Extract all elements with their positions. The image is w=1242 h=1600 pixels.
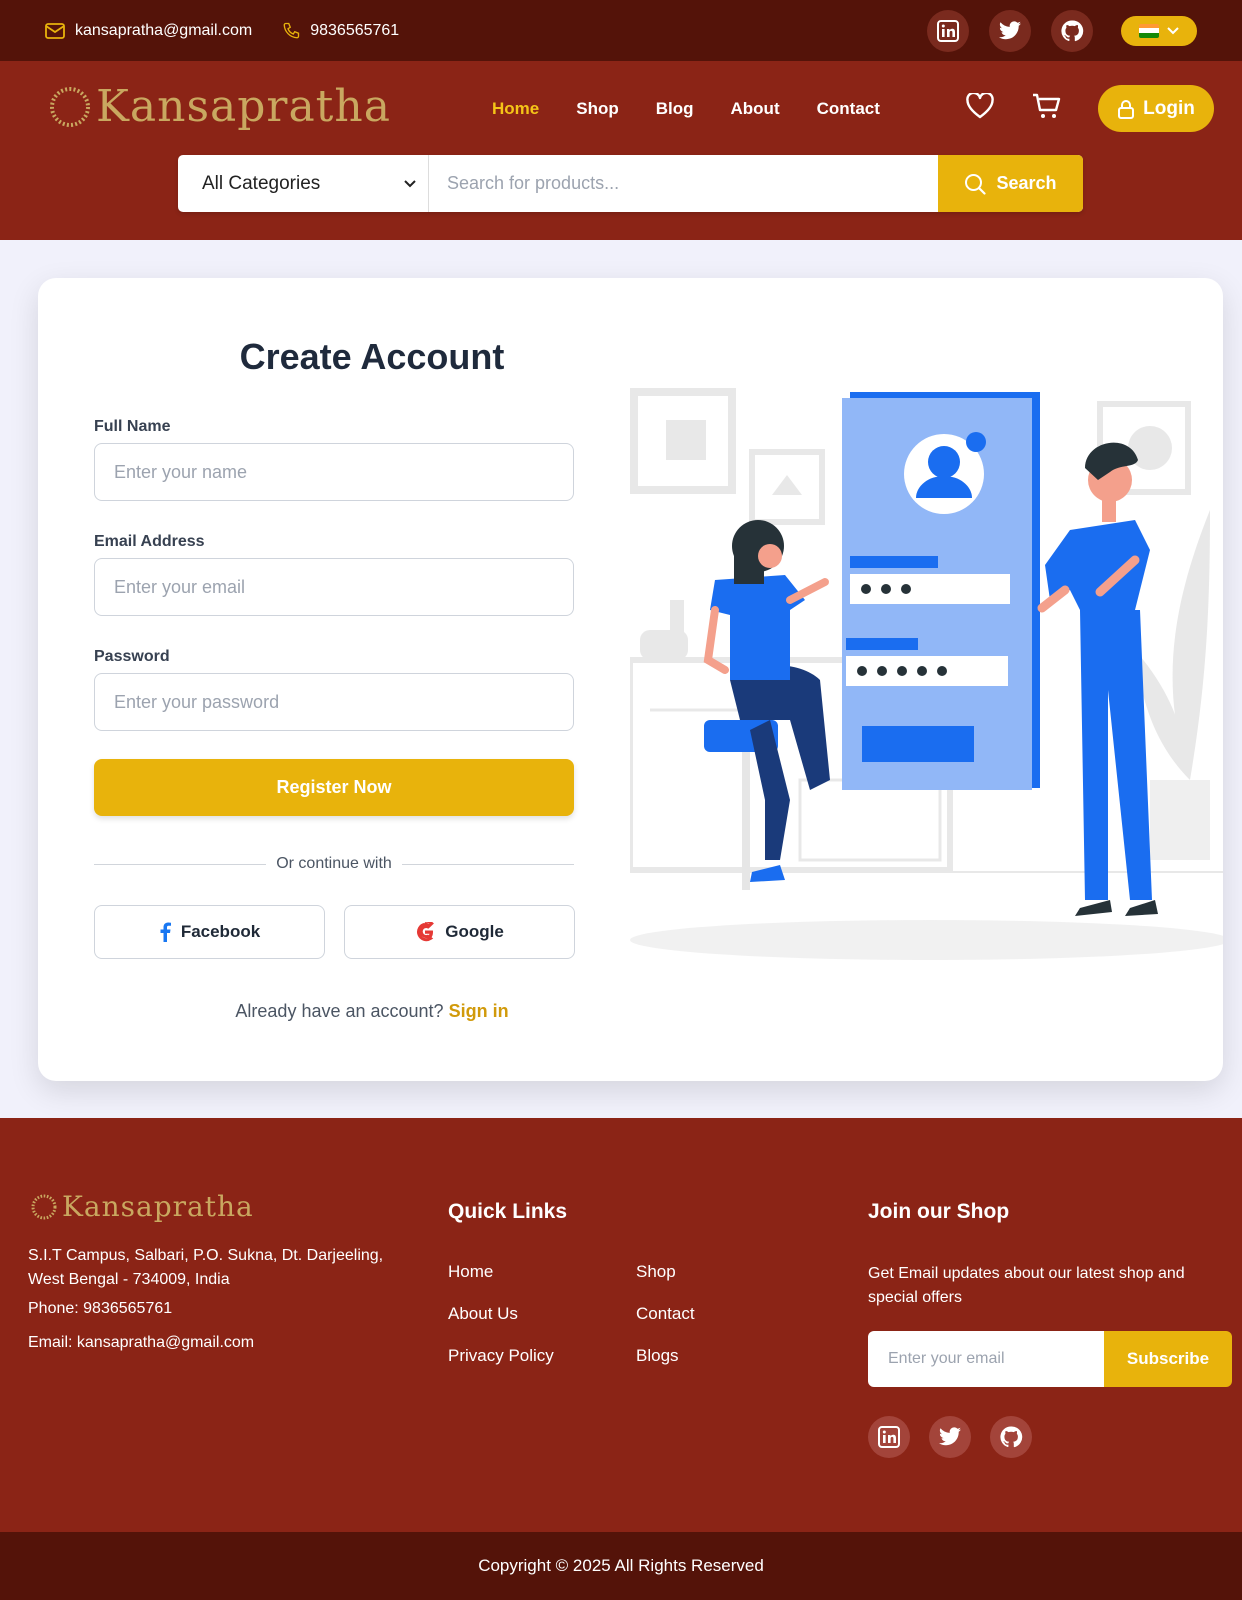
top-github-button[interactable] bbox=[1051, 9, 1093, 52]
category-value: All Categories bbox=[202, 172, 321, 194]
footer-linkedin-button[interactable] bbox=[868, 1416, 910, 1458]
divider-text: Or continue with bbox=[276, 855, 392, 872]
phone-icon bbox=[283, 22, 300, 38]
cart-icon[interactable] bbox=[1032, 93, 1062, 121]
twitter-icon bbox=[999, 20, 1021, 39]
heart-icon[interactable] bbox=[966, 93, 994, 119]
email-input[interactable]: Enter your email bbox=[94, 558, 574, 616]
top-email[interactable]: kansapratha@gmail.com bbox=[45, 22, 252, 40]
email-label: Email Address bbox=[94, 533, 205, 550]
footer-twitter-button[interactable] bbox=[929, 1416, 971, 1458]
full-name-input[interactable]: Enter your name bbox=[94, 443, 574, 501]
copyright-bar: Copyright © 2025 All Rights Reserved bbox=[0, 1532, 1242, 1600]
login-label: Login bbox=[1143, 97, 1195, 119]
login-button[interactable]: Login bbox=[1098, 85, 1214, 132]
join-description: Get Email updates about our latest shop … bbox=[868, 1265, 1185, 1306]
signup-illustration bbox=[630, 388, 1223, 960]
top-linkedin-button[interactable] bbox=[927, 9, 969, 52]
divider-line bbox=[401, 863, 575, 865]
github-icon bbox=[1061, 19, 1084, 41]
mail-icon bbox=[45, 22, 65, 39]
linkedin-icon bbox=[878, 1426, 900, 1448]
nav-home[interactable]: Home bbox=[492, 99, 539, 119]
social-divider: Or continue with bbox=[94, 855, 575, 873]
signin-link[interactable]: Sign in bbox=[449, 1001, 509, 1021]
site-logo[interactable]: Kansapratha bbox=[48, 81, 391, 132]
nav-shop[interactable]: Shop bbox=[576, 99, 619, 119]
subscribe-email-input[interactable]: Enter your email bbox=[868, 1331, 1104, 1387]
top-email-text: kansapratha@gmail.com bbox=[75, 21, 253, 39]
search-icon bbox=[965, 173, 987, 195]
category-select[interactable]: All Categories bbox=[178, 155, 429, 212]
site-footer: Kansapratha S.I.T Campus, Salbari, P.O. … bbox=[0, 1118, 1242, 1532]
main-header: Kansapratha Home Shop Blog About Contact… bbox=[0, 61, 1242, 240]
page-title: Create Account bbox=[239, 336, 505, 377]
github-icon bbox=[1000, 1426, 1023, 1448]
lock-icon bbox=[1118, 99, 1135, 119]
logo-text: Kansapratha bbox=[96, 81, 391, 132]
top-twitter-button[interactable] bbox=[989, 9, 1031, 52]
footer-email: Email: kansapratha@gmail.com bbox=[28, 1334, 255, 1351]
logo-ring-icon bbox=[50, 86, 90, 127]
signin-prompt: Already have an account? Sign in bbox=[38, 1001, 706, 1022]
footer-link-shop[interactable]: Shop bbox=[636, 1262, 676, 1282]
nav-contact[interactable]: Contact bbox=[817, 99, 880, 119]
footer-logo[interactable]: Kansapratha bbox=[30, 1190, 254, 1223]
nav-about[interactable]: About bbox=[731, 99, 780, 119]
footer-socials bbox=[868, 1416, 1032, 1458]
password-input[interactable]: Enter your password bbox=[94, 673, 574, 731]
nav-blog[interactable]: Blog bbox=[656, 99, 694, 119]
linkedin-icon bbox=[937, 19, 959, 42]
google-button[interactable]: Google bbox=[344, 905, 575, 959]
facebook-label: Facebook bbox=[180, 922, 261, 941]
top-bar: kansapratha@gmail.com 9836565761 bbox=[0, 0, 1242, 61]
quick-links-heading: Quick Links bbox=[448, 1200, 568, 1223]
footer-address: S.I.T Campus, Salbari, P.O. Sukna, Dt. D… bbox=[28, 1247, 384, 1288]
subscribe-form: Enter your email Subscribe bbox=[868, 1331, 1232, 1387]
register-card: Create Account Full Name Enter your name… bbox=[38, 278, 1223, 1081]
footer-link-privacy[interactable]: Privacy Policy bbox=[448, 1346, 554, 1366]
logo-ring-icon bbox=[31, 1194, 57, 1219]
google-icon bbox=[417, 922, 435, 942]
search-button[interactable]: Search bbox=[938, 155, 1083, 212]
search-bar: All Categories Search for products... Se… bbox=[178, 155, 1083, 212]
footer-link-home[interactable]: Home bbox=[448, 1262, 493, 1282]
password-label: Password bbox=[94, 648, 170, 665]
chevron-down-icon bbox=[1167, 26, 1179, 34]
full-name-label: Full Name bbox=[94, 418, 171, 435]
search-input[interactable]: Search for products... bbox=[429, 155, 938, 212]
copyright-text: Copyright © 2025 All Rights Reserved bbox=[478, 1556, 764, 1575]
footer-github-button[interactable] bbox=[990, 1416, 1032, 1458]
divider-line bbox=[94, 863, 267, 865]
facebook-icon bbox=[160, 922, 171, 942]
register-button[interactable]: Register Now bbox=[94, 759, 574, 816]
top-phone[interactable]: 9836565761 bbox=[282, 22, 399, 40]
footer-link-about[interactable]: About Us bbox=[448, 1304, 518, 1324]
signin-prompt-text: Already have an account? bbox=[235, 1001, 444, 1021]
footer-link-contact[interactable]: Contact bbox=[636, 1304, 695, 1324]
footer-logo-text: Kansapratha bbox=[62, 1190, 254, 1223]
footer-link-blogs[interactable]: Blogs bbox=[636, 1346, 679, 1366]
top-phone-text: 9836565761 bbox=[310, 21, 400, 39]
footer-phone: Phone: 9836565761 bbox=[28, 1300, 173, 1317]
chevron-down-icon bbox=[404, 179, 416, 187]
subscribe-button[interactable]: Subscribe bbox=[1104, 1331, 1232, 1387]
language-selector[interactable] bbox=[1121, 15, 1197, 46]
main-nav: Home Shop Blog About Contact bbox=[492, 99, 880, 119]
india-flag-icon bbox=[1139, 23, 1159, 38]
twitter-icon bbox=[939, 1427, 961, 1446]
join-heading: Join our Shop bbox=[868, 1200, 1010, 1223]
google-label: Google bbox=[445, 922, 504, 941]
facebook-button[interactable]: Facebook bbox=[94, 905, 325, 959]
search-button-label: Search bbox=[996, 173, 1057, 193]
